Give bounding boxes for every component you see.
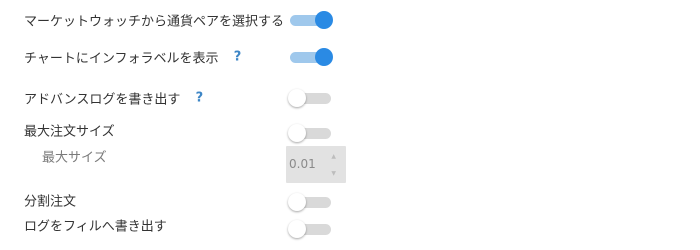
setting-row-max-size: 最大サイズ xyxy=(0,143,700,169)
toggle-knob xyxy=(288,220,306,238)
toggle-knob xyxy=(288,89,306,107)
split-order-toggle[interactable] xyxy=(288,192,333,212)
chevron-down-icon[interactable]: ▼ xyxy=(331,170,336,177)
max-order-size-toggle[interactable] xyxy=(288,123,333,143)
chart-info-label-label: チャートにインフォラベルを表示 ? xyxy=(24,48,246,67)
max-size-value: 0.01 xyxy=(289,157,316,171)
setting-row-max-order-size: 最大注文サイズ xyxy=(0,117,700,143)
toggle-knob xyxy=(288,193,306,211)
max-order-size-label: 最大注文サイズ xyxy=(24,124,115,140)
split-order-label: 分割注文 xyxy=(24,194,77,210)
export-advanced-logs-text: アドバンスログを書き出す xyxy=(24,92,181,108)
export-logs-to-file-label: ログをフィルへ書き出す xyxy=(24,219,167,235)
market-watch-toggle[interactable] xyxy=(288,10,333,30)
setting-row-market-watch: マーケットウォッチから通貨ペアを選択する xyxy=(0,7,700,33)
max-size-label: 最大サイズ xyxy=(42,150,107,166)
help-icon[interactable]: ? xyxy=(228,48,246,66)
export-advanced-logs-label: アドバンスログを書き出す ? xyxy=(24,89,208,108)
export-advanced-logs-toggle[interactable] xyxy=(288,88,333,108)
export-logs-to-file-toggle[interactable] xyxy=(288,219,333,239)
toggle-knob xyxy=(288,124,306,142)
max-size-stepper[interactable]: 0.01 ▲ ▼ xyxy=(286,146,346,183)
setting-row-export-logs-to-file: ログをフィルへ書き出す xyxy=(0,212,700,238)
toggle-knob xyxy=(315,11,333,29)
chevron-up-icon[interactable]: ▲ xyxy=(331,153,336,160)
setting-row-split-order: 分割注文 xyxy=(0,187,700,213)
setting-row-chart-info-label: チャートにインフォラベルを表示 ? xyxy=(0,44,700,70)
chart-info-label-toggle[interactable] xyxy=(288,47,333,67)
help-icon[interactable]: ? xyxy=(190,89,208,107)
chart-info-label-text: チャートにインフォラベルを表示 xyxy=(24,51,219,67)
settings-panel: マーケットウォッチから通貨ペアを選択する チャートにインフォラベルを表示 ? ア… xyxy=(0,0,700,250)
setting-row-export-advanced-logs: アドバンスログを書き出す ? xyxy=(0,85,700,111)
toggle-knob xyxy=(315,48,333,66)
market-watch-label: マーケットウォッチから通貨ペアを選択する xyxy=(24,14,285,30)
